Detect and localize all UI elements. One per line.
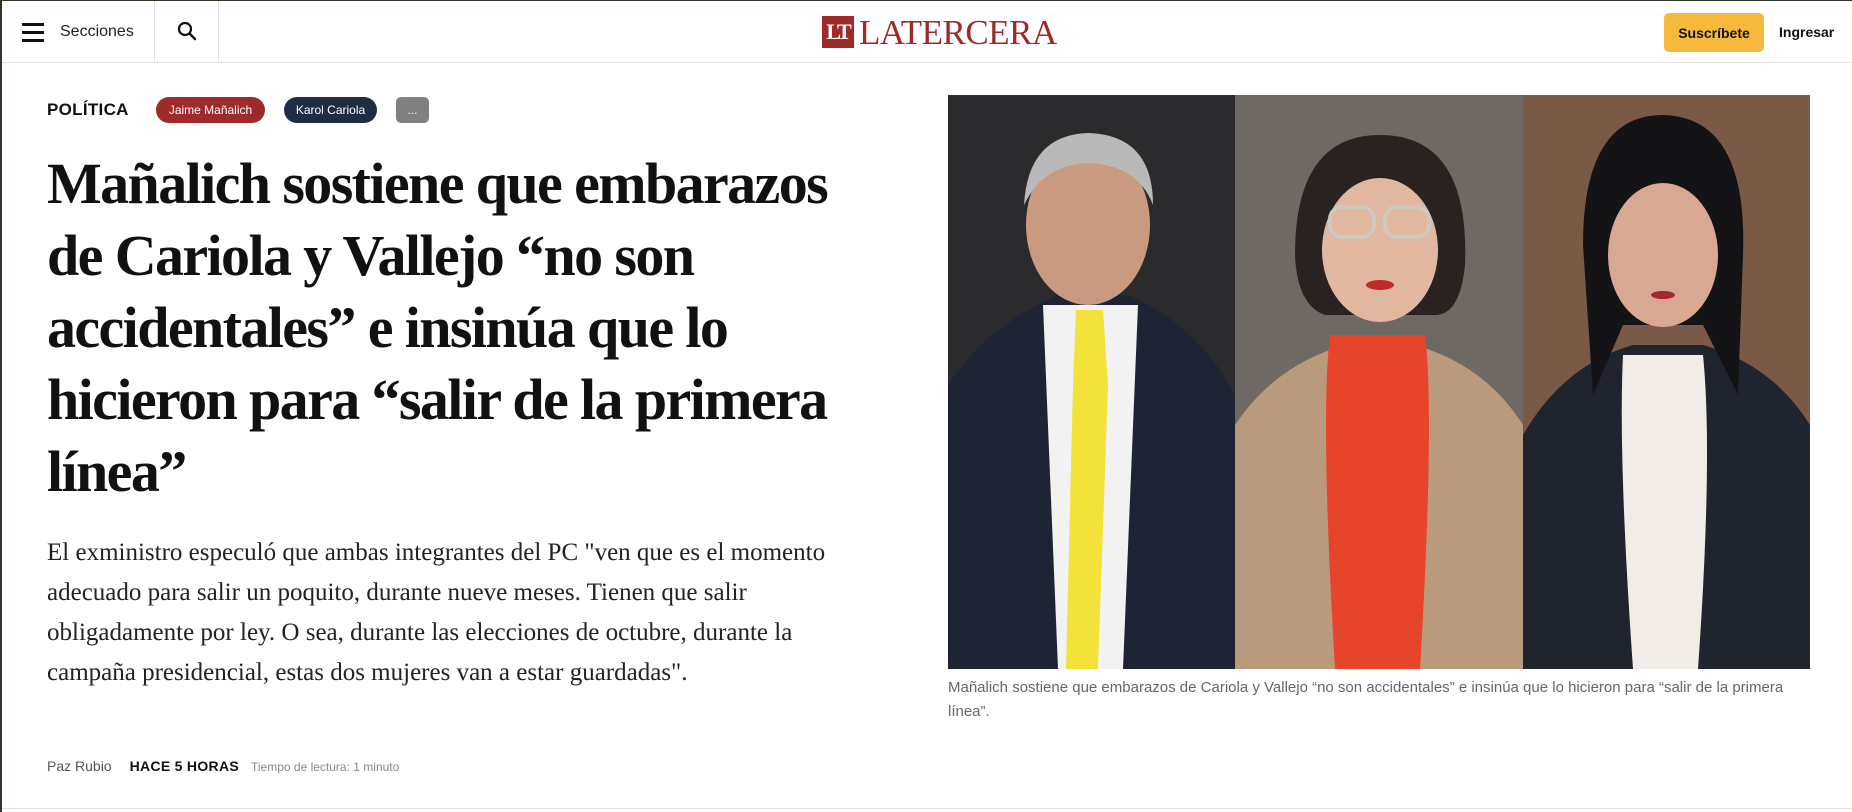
more-tags-button[interactable]: ...	[396, 97, 429, 123]
article-dek: El exministro especuló que ambas integra…	[47, 539, 826, 686]
section-link[interactable]: POLÍTICA	[47, 100, 129, 120]
hamburger-icon[interactable]	[22, 23, 44, 42]
tag-karol-cariola[interactable]: Karol Cariola	[284, 97, 377, 123]
site-logo[interactable]: LT LATERCERA	[822, 12, 1057, 52]
site-header: Secciones LT LATERCERA Suscríbete Ingres…	[2, 1, 1852, 63]
photo-panel-man	[948, 95, 1235, 669]
search-icon[interactable]	[177, 21, 197, 41]
tag-jaime-manalich[interactable]: Jaime Mañalich	[156, 97, 265, 123]
reading-time: Tiempo de lectura: 1 minuto	[251, 760, 400, 774]
photo-panel-woman-dark-hair	[1523, 95, 1810, 669]
photo-panel-woman-glasses	[1235, 95, 1523, 669]
article-headline: Mañalich sostiene que embarazos de Cario…	[47, 151, 829, 504]
subscribe-button[interactable]: Suscríbete	[1664, 13, 1764, 52]
article-byline: Paz Rubio HACE 5 HORAS Tiempo de lectura…	[47, 758, 399, 774]
divider	[2, 808, 1852, 809]
sections-menu-label[interactable]: Secciones	[60, 23, 134, 41]
image-caption: Mañalich sostiene que embarazos de Cario…	[948, 679, 1784, 720]
article-photo[interactable]	[948, 95, 1810, 669]
sections-menu-button[interactable]: Secciones	[2, 1, 155, 63]
published-time: HACE 5 HORAS	[129, 758, 239, 774]
login-link[interactable]: Ingresar	[1779, 24, 1834, 40]
author-link[interactable]: Paz Rubio	[47, 758, 112, 774]
search-button[interactable]	[155, 1, 219, 63]
logo-wordmark: LATERCERA	[859, 12, 1057, 52]
logo-mark: LT	[822, 16, 854, 48]
